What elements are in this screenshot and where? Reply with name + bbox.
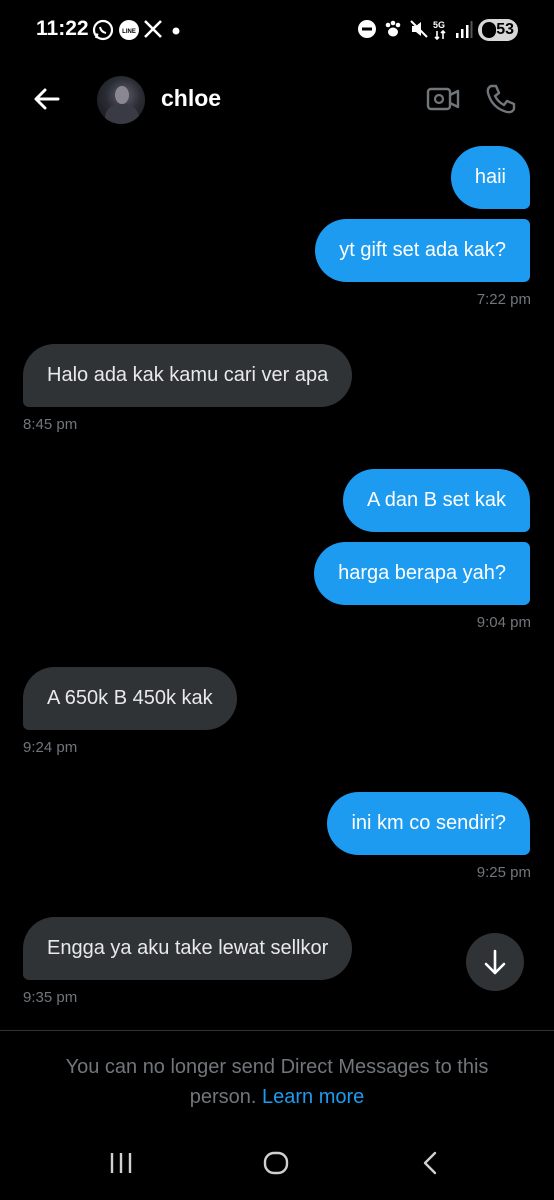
network-5g-icon: 5G — [433, 20, 446, 41]
svg-text:LINE: LINE — [122, 29, 136, 35]
status-bar: 11:22 LINE 5G 53 — [0, 0, 554, 62]
battery-indicator: 53 — [478, 19, 518, 41]
conversation-header: chloe — [0, 62, 554, 137]
recent-apps-icon[interactable] — [106, 1148, 136, 1178]
line-icon: LINE — [119, 20, 139, 40]
whatsapp-icon — [92, 19, 114, 41]
message-timestamp: 9:35 pm — [23, 989, 78, 1006]
cannot-message-notice: You can no longer send Direct Messages t… — [40, 1052, 514, 1112]
received-message-bubble[interactable]: Halo ada kak kamu cari ver apa — [23, 344, 353, 407]
dnd-icon — [358, 20, 376, 38]
paw-icon — [385, 20, 401, 37]
message-timestamp: 9:25 pm — [476, 864, 531, 881]
battery-level: 53 — [496, 21, 514, 38]
sent-message-bubble[interactable]: harga berapa yah? — [314, 542, 530, 605]
sent-message-bubble[interactable]: A dan B set kak — [343, 469, 530, 532]
scroll-to-bottom-button[interactable] — [466, 933, 524, 991]
battery-icon — [482, 22, 496, 38]
sent-message-bubble[interactable]: ini km co sendiri? — [327, 792, 530, 855]
home-icon[interactable] — [261, 1148, 291, 1178]
message-timestamp: 8:45 pm — [23, 416, 78, 433]
message-timestamp: 9:04 pm — [476, 614, 531, 631]
back-arrow-icon[interactable] — [30, 82, 64, 116]
x-icon — [144, 20, 162, 38]
dm-conversation-screen: 11:22 LINE 5G 53 chloe haii yt gift set … — [0, 0, 554, 1200]
status-time: 11:22 — [36, 17, 89, 40]
signal-icon — [456, 21, 473, 38]
received-message-bubble[interactable]: Engga ya aku take lewat sellkor — [23, 917, 353, 980]
system-nav-bar — [0, 1130, 554, 1200]
arrow-down-icon — [484, 949, 506, 975]
message-timestamp: 9:24 pm — [23, 739, 78, 756]
mute-icon — [410, 20, 428, 38]
video-call-icon[interactable] — [426, 84, 460, 114]
back-icon[interactable] — [416, 1148, 446, 1178]
contact-name[interactable]: chloe — [161, 85, 221, 112]
sent-message-bubble[interactable]: yt gift set ada kak? — [315, 219, 530, 282]
avatar[interactable] — [97, 76, 145, 124]
received-message-bubble[interactable]: A 650k B 450k kak — [23, 667, 237, 730]
phone-icon[interactable] — [484, 82, 518, 116]
notification-dot-icon — [172, 27, 180, 35]
message-timestamp: 7:22 pm — [476, 291, 531, 308]
sent-message-bubble[interactable]: haii — [450, 146, 530, 209]
svg-text:5G: 5G — [433, 20, 445, 30]
learn-more-link[interactable]: Learn more — [262, 1086, 364, 1108]
composer-divider — [0, 1030, 554, 1031]
